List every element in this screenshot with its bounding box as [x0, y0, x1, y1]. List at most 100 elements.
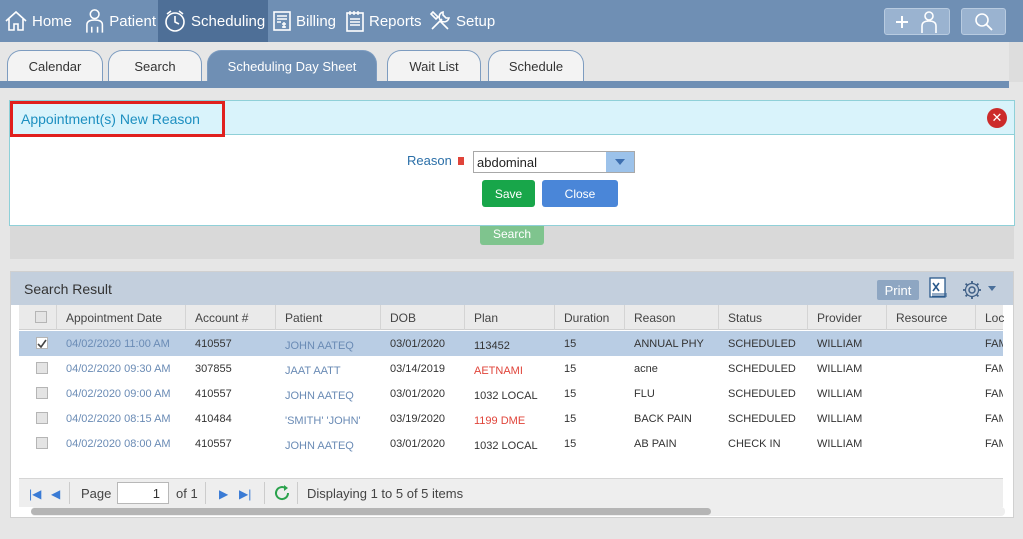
close-icon[interactable]: ✕	[987, 108, 1007, 128]
first-page-icon[interactable]: |◀	[29, 487, 41, 501]
nav-billing[interactable]: Billing	[272, 0, 342, 42]
table-row[interactable]: 04/02/2020 09:30 AM 307855 JAAT AATT 03/14/…	[19, 356, 1003, 381]
cell-patient[interactable]: JAAT AATT	[276, 356, 381, 381]
cell-plan: 113452	[474, 339, 510, 352]
cell-account: 307855	[195, 362, 232, 375]
col-status[interactable]: Status	[719, 305, 808, 330]
cell-plan: 1032 LOCAL	[474, 439, 538, 452]
cell-resource	[887, 406, 976, 431]
select-all-column[interactable]	[19, 305, 57, 330]
check-icon	[37, 339, 47, 349]
close-button[interactable]: Close	[542, 180, 618, 207]
save-button[interactable]: Save	[482, 180, 535, 207]
page-label: Page	[81, 486, 112, 501]
cell-resource	[887, 356, 976, 381]
select-all-checkbox[interactable]	[35, 311, 47, 323]
cell-reason: BACK PAIN	[634, 412, 692, 425]
col-plan[interactable]: Plan	[465, 305, 555, 330]
col-patient[interactable]: Patient	[276, 305, 381, 330]
cell-duration: 15	[564, 387, 577, 400]
pager-divider	[264, 482, 265, 504]
add-patient-button[interactable]	[884, 8, 950, 35]
next-page-icon[interactable]: ▶	[219, 487, 228, 501]
cell-patient[interactable]: JOHN AATEQ	[276, 431, 381, 456]
home-icon	[5, 10, 27, 31]
tab-calendar[interactable]: Calendar	[7, 50, 103, 81]
cell-provider: WILLIAM	[817, 387, 863, 400]
col-provider[interactable]: Provider	[808, 305, 887, 330]
search-nav-button[interactable]	[961, 8, 1006, 35]
tab-search[interactable]: Search	[108, 50, 202, 81]
cell-patient[interactable]: JOHN AATEQ	[276, 331, 381, 356]
cell-appointment-date[interactable]: 04/02/2020 09:00 AM	[57, 381, 186, 406]
chevron-down-icon[interactable]	[606, 152, 634, 172]
cell-dob: 03/01/2020	[390, 387, 446, 400]
cell-provider: WILLIAM	[817, 412, 863, 425]
cell-provider: WILLIAM	[817, 362, 863, 375]
pager: |◀ ◀ Page 1 of 1 ▶ ▶| Displaying 1 to 5 …	[19, 478, 1003, 507]
col-dob[interactable]: DOB	[381, 305, 465, 330]
cell-appointment-date[interactable]: 04/02/2020 08:00 AM	[57, 431, 186, 456]
reason-dropdown[interactable]: abdominal	[473, 151, 635, 173]
cell-duration: 15	[564, 412, 577, 425]
tab-scheduling-day-sheet[interactable]: Scheduling Day Sheet	[207, 50, 377, 81]
last-page-icon[interactable]: ▶|	[239, 487, 251, 501]
nav-home-label: Home	[32, 12, 73, 30]
settings-caret-icon[interactable]	[988, 286, 996, 291]
table-row[interactable]: 04/02/2020 09:00 AM 410557 JOHN AATEQ 03/01…	[19, 381, 1003, 406]
pager-divider	[205, 482, 206, 504]
cell-plan: 1199 DME	[474, 414, 526, 427]
cell-account: 410557	[195, 437, 232, 450]
results-title: Search Result	[24, 281, 112, 297]
cell-appointment-date[interactable]: 04/02/2020 11:00 AM	[57, 331, 186, 356]
cell-appointment-date[interactable]: 04/02/2020 08:15 AM	[57, 406, 186, 431]
row-checkbox[interactable]	[36, 412, 48, 424]
cell-appointment-date[interactable]: 04/02/2020 09:30 AM	[57, 356, 186, 381]
col-account[interactable]: Account #	[186, 305, 276, 330]
cell-dob: 03/14/2019	[390, 362, 446, 375]
row-checkbox[interactable]	[36, 437, 48, 449]
gear-icon[interactable]	[962, 280, 982, 300]
row-checkbox[interactable]	[36, 387, 48, 399]
nav-home[interactable]: Home	[4, 0, 78, 42]
horizontal-scrollbar[interactable]	[31, 507, 1005, 516]
table-row[interactable]: 04/02/2020 11:00 AM 410557 JOHN AATEQ 03/01…	[19, 331, 1003, 356]
cell-reason: AB PAIN	[634, 437, 677, 450]
refresh-icon[interactable]	[273, 484, 291, 502]
table-row[interactable]: 04/02/2020 08:15 AM 410484 'SMITH' 'JOHN' 0…	[19, 406, 1003, 431]
col-reason[interactable]: Reason	[625, 305, 719, 330]
page-number-input[interactable]: 1	[117, 482, 169, 504]
horizontal-scroll-thumb[interactable]	[31, 508, 711, 515]
print-button[interactable]: Print	[877, 280, 919, 300]
nav-scheduling[interactable]: Scheduling	[158, 0, 268, 42]
row-checkbox[interactable]	[36, 337, 48, 349]
required-marker	[458, 157, 464, 165]
table-row[interactable]: 04/02/2020 08:00 AM 410557 JOHN AATEQ 03/01…	[19, 431, 1003, 456]
clock-icon	[165, 10, 185, 32]
cell-loc: FAM	[985, 362, 1003, 375]
excel-export-icon[interactable]	[929, 277, 949, 299]
cell-patient[interactable]: JOHN AATEQ	[276, 381, 381, 406]
col-resource[interactable]: Resource	[887, 305, 976, 330]
prev-page-icon[interactable]: ◀	[51, 487, 60, 501]
reports-icon	[346, 11, 364, 32]
col-loc[interactable]: Loc	[976, 305, 1004, 330]
col-appointment-date[interactable]: Appointment Date	[57, 305, 186, 330]
cell-provider: WILLIAM	[817, 437, 863, 450]
cell-patient[interactable]: 'SMITH' 'JOHN'	[276, 406, 381, 431]
nav-patient-label: Patient	[109, 12, 156, 30]
nav-setup[interactable]: Setup	[428, 0, 498, 42]
nav-reports[interactable]: Reports	[345, 0, 423, 42]
row-checkbox[interactable]	[36, 362, 48, 374]
tab-wait-list[interactable]: Wait List	[387, 50, 481, 81]
page-scrollbar[interactable]	[1009, 42, 1023, 82]
cell-duration: 15	[564, 437, 577, 450]
tab-schedule[interactable]: Schedule	[488, 50, 584, 81]
cell-resource	[887, 331, 976, 356]
page-count: of 1	[176, 486, 198, 501]
cell-plan: 1032 LOCAL	[474, 389, 538, 402]
nav-patient[interactable]: Patient	[84, 0, 156, 42]
col-duration[interactable]: Duration	[555, 305, 625, 330]
cell-resource	[887, 431, 976, 456]
top-nav: Home Patient Scheduling Billing Reports …	[0, 0, 1023, 42]
